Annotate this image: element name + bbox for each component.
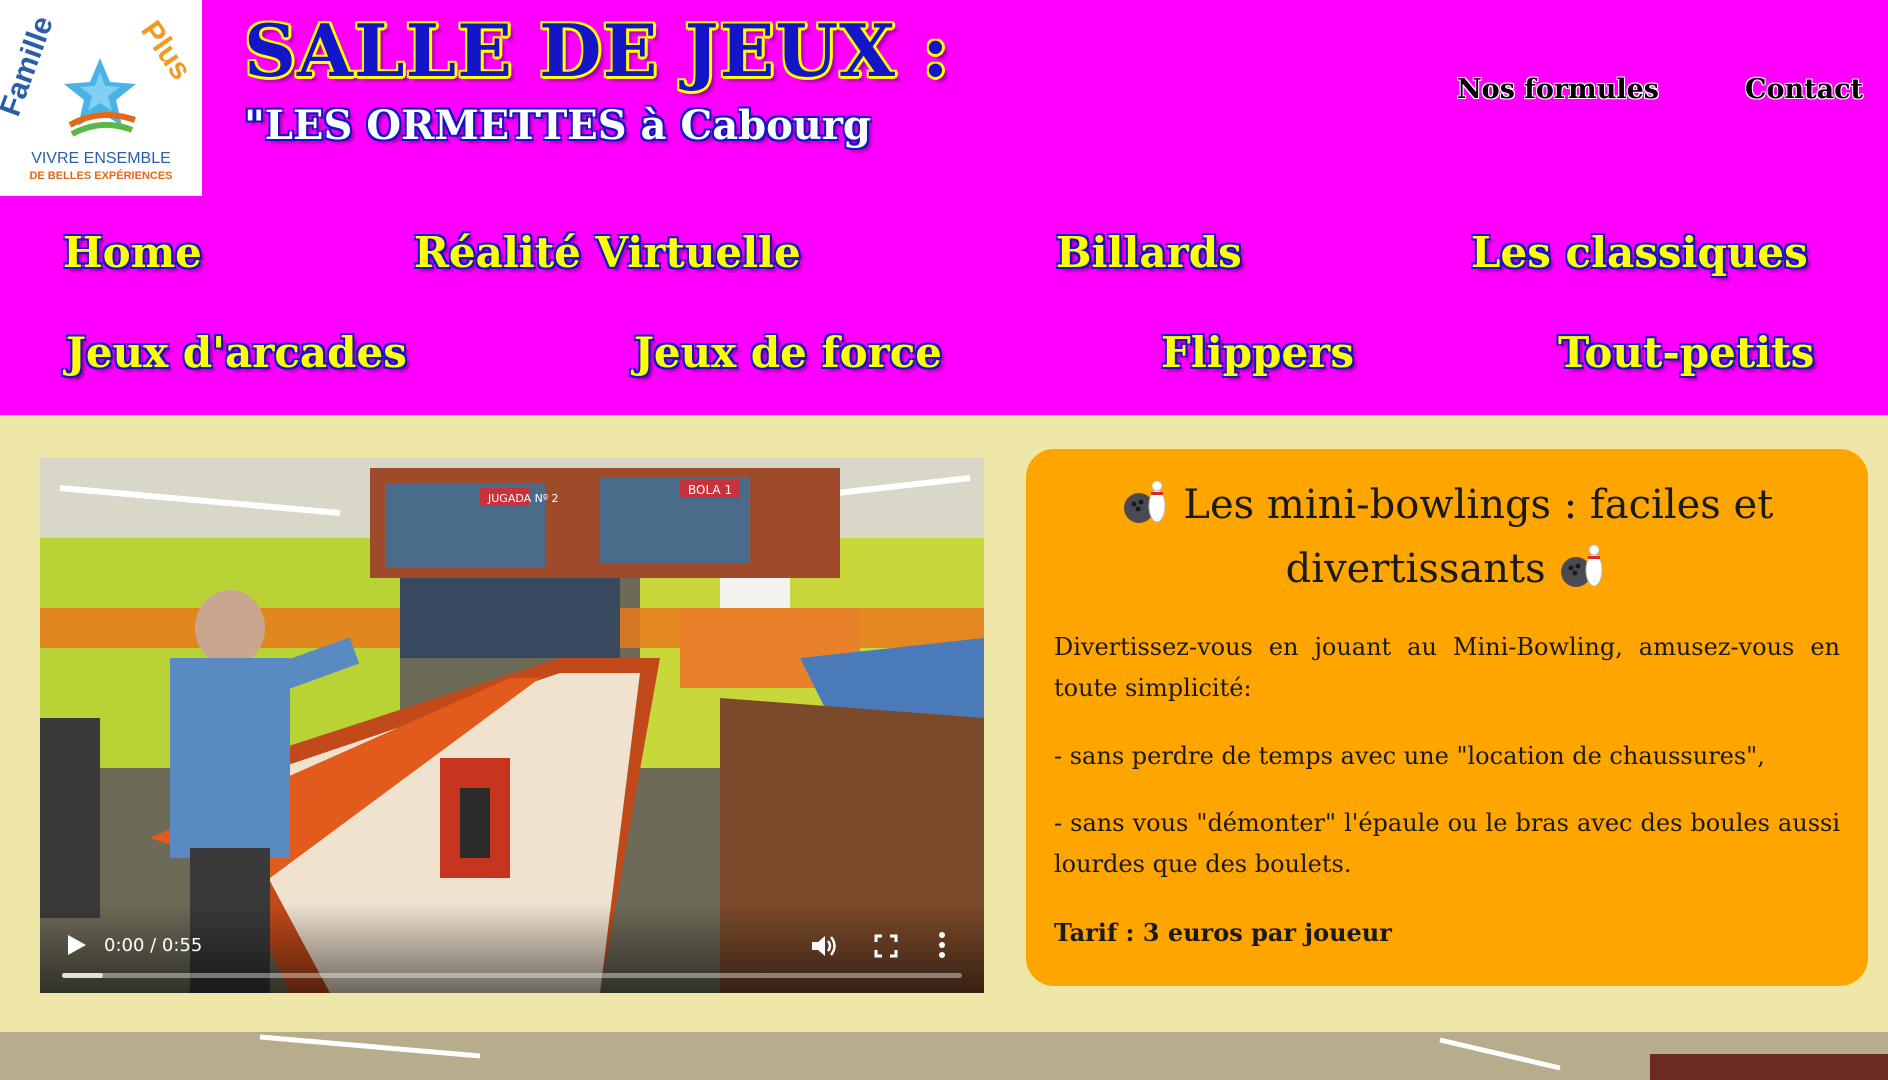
nav-jeux-d-arcades[interactable]: Jeux d'arcades — [66, 328, 407, 377]
card-price: Tarif : 3 euros par joueur — [1054, 918, 1392, 947]
video-controls-bar: 0:00 / 0:55 — [40, 903, 984, 993]
card-title: Les mini-bowlings : faciles et divertiss… — [1066, 473, 1828, 601]
site-title: SALLE DE JEUX : — [244, 8, 950, 93]
site-subtitle: "LES ORMETTES à Cabourg — [244, 102, 871, 149]
nav-flippers[interactable]: Flippers — [1161, 328, 1354, 377]
play-icon[interactable] — [66, 933, 88, 957]
screen-text-right: BOLA 1 — [688, 483, 732, 497]
nav-jeux-de-force[interactable]: Jeux de force — [634, 328, 942, 377]
card-paragraph-shoes: - sans perdre de temps avec une "locatio… — [1054, 742, 1765, 770]
site-header: Famille Plus VIVRE ENSEMBLE DE BELLES EX… — [0, 0, 1888, 415]
nav-home[interactable]: Home — [63, 228, 202, 277]
bowling-icon — [1123, 480, 1166, 523]
volume-icon[interactable] — [810, 933, 838, 959]
bowling-icon — [1561, 544, 1603, 587]
card-title-line-1: Les mini-bowlings : faciles et — [1066, 473, 1828, 537]
logo-subtagline: DE BELLES EXPÉRIENCES — [29, 170, 173, 182]
top-link-contact[interactable]: Contact — [1745, 74, 1863, 105]
more-options-icon[interactable] — [938, 931, 946, 959]
card-paragraph-intro: Divertissez-vous en jouant au Mini-Bowli… — [1054, 633, 1840, 702]
next-section-image-graphic — [0, 1032, 1888, 1080]
next-section-image — [0, 1032, 1888, 1080]
svg-text:Plus: Plus — [134, 15, 197, 86]
top-link-nos-formules[interactable]: Nos formules — [1457, 74, 1659, 105]
video-player[interactable]: JUGADA Nº 2 BOLA 1 0:00 / 0:55 — [40, 458, 984, 993]
svg-text:Famille: Famille — [0, 12, 60, 120]
nav-billards[interactable]: Billards — [1056, 228, 1242, 277]
video-progress-bar[interactable] — [62, 973, 962, 978]
nav-tout-petits[interactable]: Tout-petits — [1558, 328, 1814, 377]
nav-realite-virtuelle[interactable]: Réalité Virtuelle — [414, 228, 801, 277]
video-time: 0:00 / 0:55 — [104, 935, 203, 956]
video-buffer-fill — [62, 973, 103, 978]
famille-plus-logo-graphic: Famille Plus — [0, 12, 198, 137]
screen-text-left: JUGADA Nº 2 — [487, 492, 559, 505]
card-title-text-1: Les mini-bowlings : faciles et — [1183, 482, 1774, 528]
fullscreen-icon[interactable] — [874, 934, 898, 958]
card-paragraph-shoulder: - sans vous "démonter" l'épaule ou le br… — [1054, 809, 1840, 878]
card-title-line-2: divertissants — [1066, 537, 1828, 601]
logo-tagline: VIVRE ENSEMBLE — [31, 150, 171, 167]
famille-plus-logo[interactable]: Famille Plus VIVRE ENSEMBLE DE BELLES EX… — [0, 0, 202, 196]
card-title-text-2: divertissants — [1285, 546, 1546, 592]
mini-bowling-info-card: Les mini-bowlings : faciles et divertiss… — [1026, 449, 1868, 986]
nav-les-classiques[interactable]: Les classiques — [1471, 228, 1808, 277]
